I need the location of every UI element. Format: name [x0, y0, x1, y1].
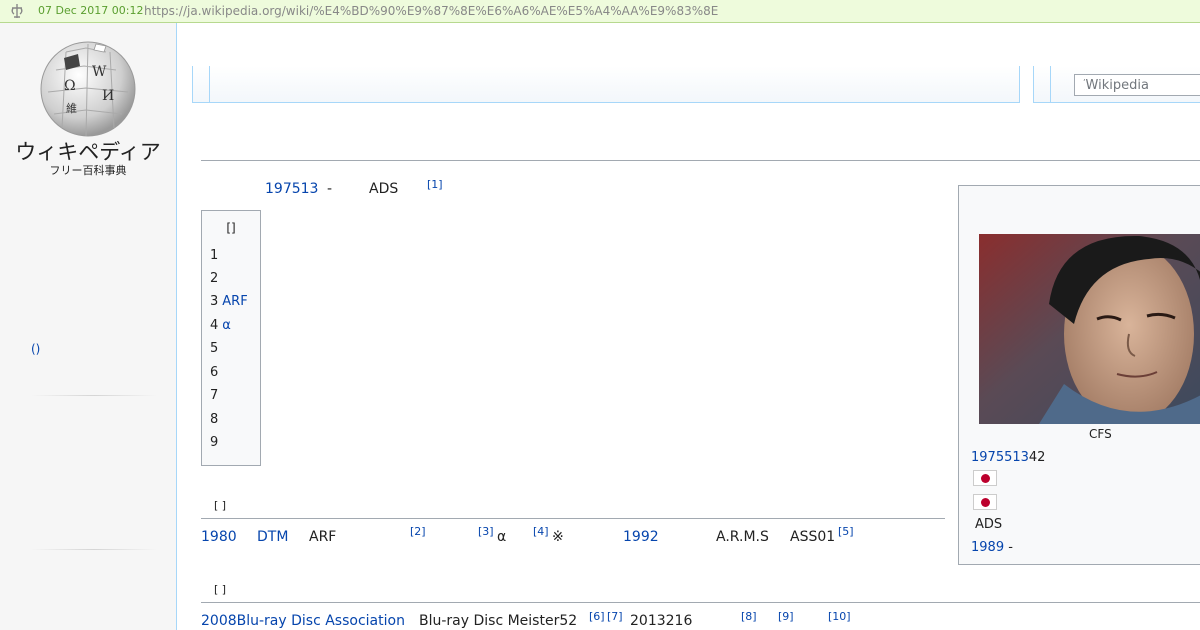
- reference-3[interactable]: [3]: [478, 525, 494, 538]
- arms-text: A.R.M.S: [716, 529, 769, 545]
- tab-divider: [209, 66, 210, 102]
- section-heading-rule: [201, 602, 1200, 603]
- section-heading-rule: [201, 518, 945, 519]
- photo-caption: CFS: [1089, 427, 1112, 441]
- bda-link[interactable]: 2008Blu-ray Disc Association: [201, 613, 405, 629]
- section-edit-link[interactable]: [ ]: [214, 583, 226, 596]
- reference-6[interactable]: [6]: [589, 610, 605, 623]
- flag-disc: [981, 474, 990, 483]
- birth-date-link[interactable]: 1975513: [971, 450, 1029, 465]
- wikipedia-tagline: フリー百科事典: [49, 164, 127, 177]
- reference-4[interactable]: [4]: [533, 525, 549, 538]
- search-placeholder: Wikipedia: [1085, 78, 1149, 93]
- toc-item[interactable]: 3 ARF: [210, 294, 248, 309]
- toc-item[interactable]: 2: [210, 271, 222, 286]
- date-text: 2013216: [630, 613, 693, 629]
- infobox-birth: 197551342: [971, 450, 1046, 465]
- sidebar-separator: [31, 549, 157, 550]
- reference-1[interactable]: [1]: [427, 178, 443, 191]
- ass-text: ASS01: [790, 529, 836, 545]
- toc-item[interactable]: 4α: [210, 318, 231, 333]
- reference-10[interactable]: [10]: [828, 610, 851, 623]
- page-tabs: [192, 66, 1020, 103]
- year-1992-link[interactable]: 1992: [623, 529, 659, 545]
- toc-item[interactable]: 1: [210, 248, 222, 263]
- infobox-affiliation: ADS: [975, 517, 1003, 532]
- sidebar: Ω W И 維 ウィキペディア フリー百科事典 (): [0, 23, 177, 630]
- archive-date[interactable]: 07 Dec 2017 00:12: [38, 0, 143, 22]
- infobox-year-link[interactable]: 1989: [971, 540, 1004, 555]
- alpha-text: α: [497, 529, 507, 545]
- reference-8[interactable]: [8]: [741, 610, 757, 623]
- toc-item[interactable]: 7: [210, 388, 222, 403]
- toc-title[interactable]: []: [202, 221, 260, 235]
- portrait-photo[interactable]: [979, 234, 1200, 424]
- toc-item[interactable]: 5: [210, 341, 222, 356]
- lead-org: ADS: [369, 181, 399, 197]
- infobox-years: 1989 -: [971, 540, 1013, 555]
- archive-url[interactable]: https://ja.wikipedia.org/wiki/%E4%BD%90%…: [144, 0, 718, 22]
- toc-item[interactable]: 6: [210, 365, 222, 380]
- svg-text:維: 維: [66, 102, 77, 115]
- portrait-image: [979, 234, 1200, 424]
- lead-date-link[interactable]: 197513: [265, 181, 318, 197]
- search-input[interactable]: ʼWikipedia: [1074, 74, 1200, 96]
- reference-7[interactable]: [7]: [607, 610, 623, 623]
- section-edit-link[interactable]: [ ]: [214, 499, 226, 512]
- archive-toolbar: 07 Dec 2017 00:12 https://ja.wikipedia.o…: [0, 0, 1200, 23]
- svg-text:И: И: [102, 88, 114, 104]
- toc-item[interactable]: 9: [210, 435, 222, 450]
- dtm-link[interactable]: DTM: [257, 529, 288, 545]
- sidebar-separator: [31, 395, 157, 396]
- reference-9[interactable]: [9]: [778, 610, 794, 623]
- svg-text:W: W: [92, 64, 107, 80]
- lead-dash: -: [327, 181, 333, 197]
- title-underline: [201, 160, 1200, 161]
- reference-2[interactable]: [2]: [410, 525, 426, 538]
- arf-text: ARF: [309, 529, 337, 545]
- japan-flag-icon[interactable]: [973, 470, 997, 486]
- toc-item[interactable]: 8: [210, 412, 222, 427]
- wikipedia-globe-icon[interactable]: Ω W И 維: [36, 40, 140, 138]
- svg-text:Ω: Ω: [64, 78, 76, 94]
- year-1980-link[interactable]: 1980: [201, 529, 237, 545]
- reference-5[interactable]: [5]: [838, 525, 854, 538]
- meister-text: Blu-ray Disc Meister52: [419, 613, 578, 629]
- tab-divider: [1050, 66, 1051, 102]
- table-of-contents: [] 1 2 3 ARF 4α 5 6 7 8 9: [201, 210, 261, 466]
- flag-disc: [981, 498, 990, 507]
- archive-logo-icon[interactable]: [9, 3, 25, 19]
- sidebar-link[interactable]: (): [31, 342, 40, 356]
- japan-flag-icon[interactable]: [973, 494, 997, 510]
- kome-text: ※: [552, 529, 564, 545]
